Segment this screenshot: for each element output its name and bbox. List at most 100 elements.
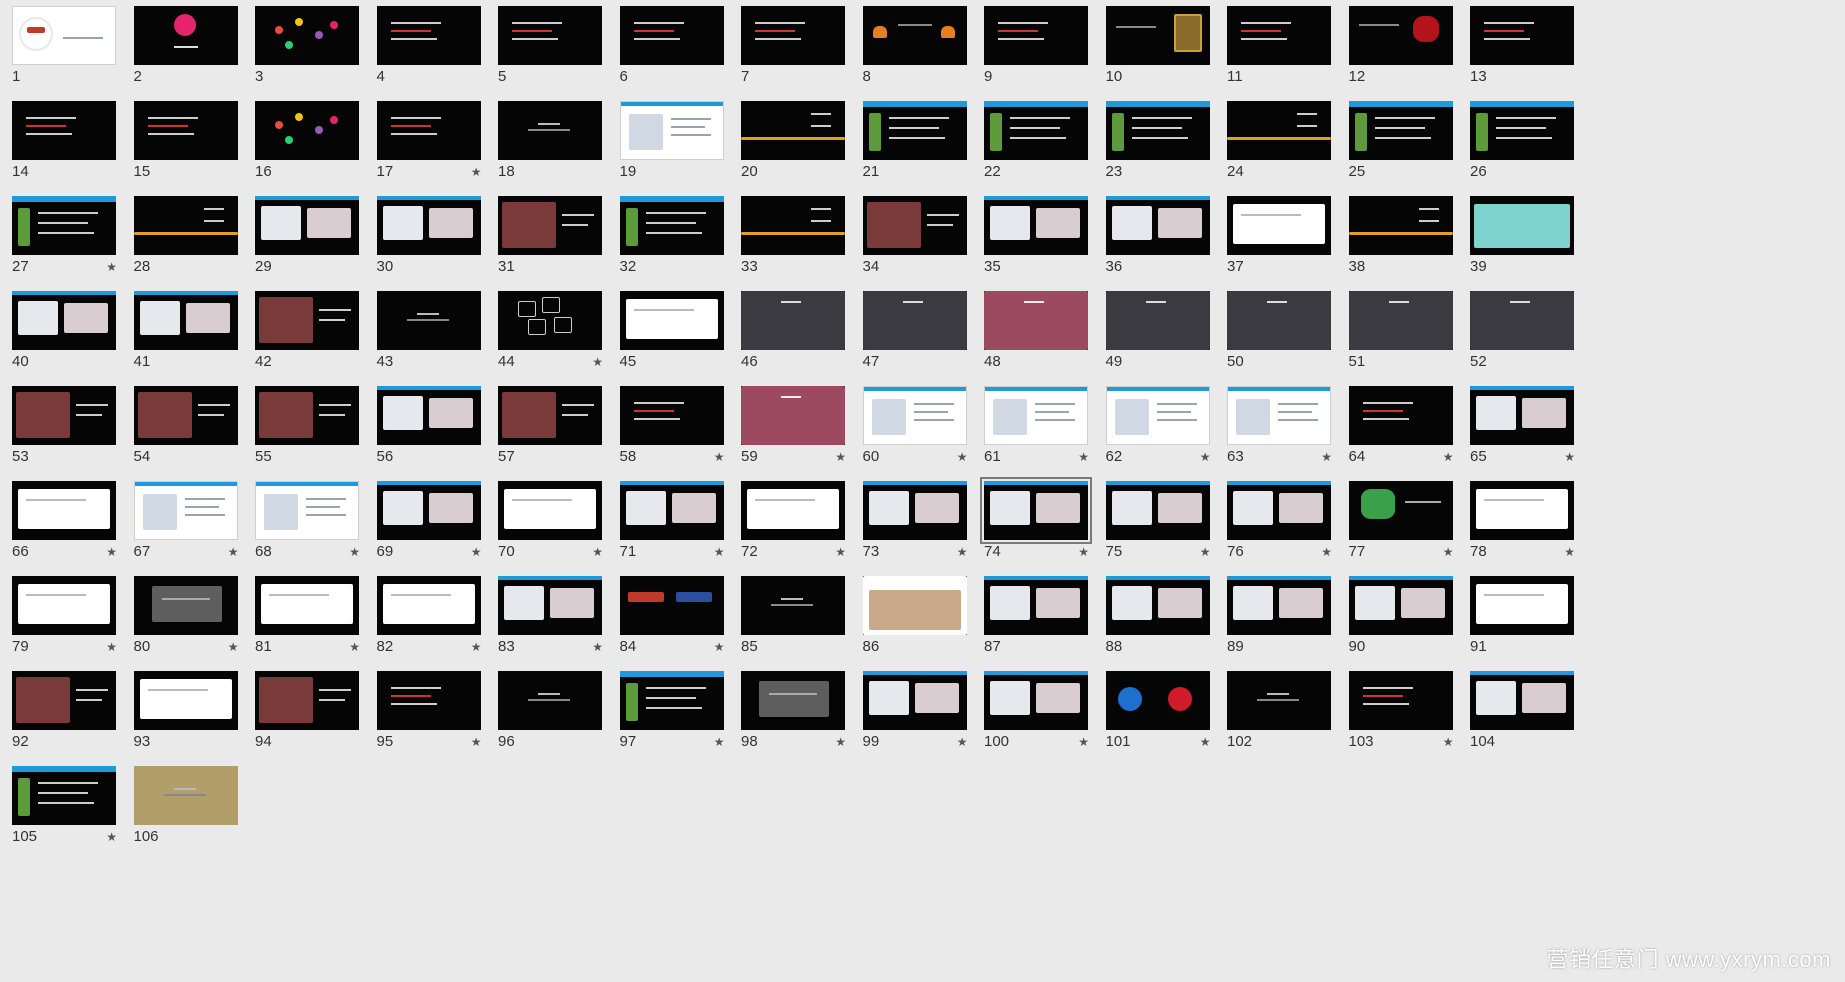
slide-thumbnail-36[interactable]: 36: [1104, 196, 1213, 302]
slide-preview[interactable]: [12, 291, 116, 350]
slide-preview[interactable]: [619, 196, 724, 255]
slide-thumbnail-97[interactable]: 97 ★: [618, 671, 727, 777]
slide-preview[interactable]: [1105, 386, 1210, 445]
slide-preview[interactable]: [1105, 481, 1210, 540]
slide-preview[interactable]: [255, 576, 359, 635]
slide-preview[interactable]: [1470, 6, 1574, 65]
slide-preview[interactable]: [984, 386, 1088, 445]
slide-thumbnail-85[interactable]: 85: [739, 576, 848, 682]
slide-preview[interactable]: [1227, 386, 1331, 445]
slide-preview[interactable]: [376, 671, 481, 730]
slide-thumbnail-24[interactable]: 24: [1225, 101, 1334, 207]
slide-thumbnail-20[interactable]: 20: [739, 101, 848, 207]
slide-preview[interactable]: [984, 671, 1088, 730]
slide-thumbnail-30[interactable]: 30: [375, 196, 484, 302]
slide-preview[interactable]: [619, 6, 724, 65]
slide-preview[interactable]: [1105, 196, 1210, 255]
slide-thumbnail-49[interactable]: 49: [1104, 291, 1213, 397]
slide-thumbnail-2[interactable]: 2: [132, 6, 241, 112]
slide-preview[interactable]: [741, 671, 845, 730]
slide-thumbnail-94[interactable]: 94: [253, 671, 362, 777]
slide-thumbnail-93[interactable]: 93: [132, 671, 241, 777]
slide-thumbnail-29[interactable]: 29: [253, 196, 362, 302]
slide-preview[interactable]: [862, 291, 967, 350]
slide-preview[interactable]: [133, 6, 238, 65]
slide-thumbnail-89[interactable]: 89: [1225, 576, 1334, 682]
slide-thumbnail-106[interactable]: 106: [132, 766, 241, 872]
slide-thumbnail-69[interactable]: 69 ★: [375, 481, 484, 587]
slide-preview[interactable]: [498, 671, 602, 730]
slide-thumbnail-83[interactable]: 83 ★: [496, 576, 605, 682]
slide-thumbnail-57[interactable]: 57: [496, 386, 605, 492]
slide-preview[interactable]: [1227, 196, 1331, 255]
slide-preview[interactable]: [1470, 291, 1574, 350]
slide-preview[interactable]: [255, 671, 359, 730]
slide-preview[interactable]: [376, 576, 481, 635]
slide-thumbnail-22[interactable]: 22: [982, 101, 1091, 207]
slide-preview[interactable]: [255, 6, 359, 65]
slide-thumbnail-31[interactable]: 31: [496, 196, 605, 302]
slide-thumbnail-82[interactable]: 82 ★: [375, 576, 484, 682]
slide-preview[interactable]: [255, 101, 359, 160]
slide-preview[interactable]: [741, 481, 845, 540]
slide-preview[interactable]: [1470, 576, 1574, 635]
slide-thumbnail-104[interactable]: 104: [1468, 671, 1577, 777]
slide-thumbnail-55[interactable]: 55: [253, 386, 362, 492]
slide-preview[interactable]: [1227, 101, 1331, 160]
slide-preview[interactable]: [741, 101, 845, 160]
slide-preview[interactable]: [133, 291, 238, 350]
slide-preview[interactable]: [498, 481, 602, 540]
slide-preview[interactable]: [862, 6, 967, 65]
slide-preview[interactable]: [1470, 481, 1574, 540]
slide-thumbnail-7[interactable]: 7: [739, 6, 848, 112]
slide-preview[interactable]: [498, 6, 602, 65]
slide-thumbnail-60[interactable]: 60 ★: [861, 386, 970, 492]
slide-preview[interactable]: [1470, 671, 1574, 730]
slide-preview[interactable]: [376, 6, 481, 65]
slide-thumbnail-34[interactable]: 34: [861, 196, 970, 302]
slide-preview[interactable]: [619, 291, 724, 350]
slide-thumbnail-70[interactable]: 70 ★: [496, 481, 605, 587]
slide-thumbnail-65[interactable]: 65 ★: [1468, 386, 1577, 492]
slide-thumbnail-101[interactable]: 101 ★: [1104, 671, 1213, 777]
slide-thumbnail-80[interactable]: 80 ★: [132, 576, 241, 682]
slide-thumbnail-102[interactable]: 102: [1225, 671, 1334, 777]
slide-preview[interactable]: [741, 576, 845, 635]
slide-thumbnail-23[interactable]: 23: [1104, 101, 1213, 207]
slide-preview[interactable]: [862, 576, 967, 635]
slide-preview[interactable]: [12, 6, 116, 65]
slide-preview[interactable]: [862, 196, 967, 255]
slide-preview[interactable]: [498, 576, 602, 635]
slide-preview[interactable]: [862, 386, 967, 445]
slide-thumbnail-41[interactable]: 41: [132, 291, 241, 397]
slide-thumbnail-63[interactable]: 63 ★: [1225, 386, 1334, 492]
slide-thumbnail-54[interactable]: 54: [132, 386, 241, 492]
slide-thumbnail-86[interactable]: 86: [861, 576, 970, 682]
slide-preview[interactable]: [619, 671, 724, 730]
slide-preview[interactable]: [984, 6, 1088, 65]
slide-preview[interactable]: [255, 386, 359, 445]
slide-preview[interactable]: [376, 291, 481, 350]
slide-thumbnail-45[interactable]: 45: [618, 291, 727, 397]
slide-thumbnail-100[interactable]: 100 ★: [982, 671, 1091, 777]
slide-preview[interactable]: [862, 481, 967, 540]
slide-thumbnail-15[interactable]: 15: [132, 101, 241, 207]
slide-thumbnail-92[interactable]: 92: [10, 671, 119, 777]
slide-thumbnail-77[interactable]: 77 ★: [1347, 481, 1456, 587]
slide-preview[interactable]: [133, 576, 238, 635]
slide-thumbnail-79[interactable]: 79 ★: [10, 576, 119, 682]
slide-thumbnail-64[interactable]: 64 ★: [1347, 386, 1456, 492]
slide-preview[interactable]: [741, 196, 845, 255]
slide-preview[interactable]: [1105, 6, 1210, 65]
slide-thumbnail-26[interactable]: 26: [1468, 101, 1577, 207]
slide-thumbnail-14[interactable]: 14: [10, 101, 119, 207]
slide-thumbnail-105[interactable]: 105 ★: [10, 766, 119, 872]
slide-thumbnail-68[interactable]: 68 ★: [253, 481, 362, 587]
slide-preview[interactable]: [741, 386, 845, 445]
slide-preview[interactable]: [255, 481, 359, 540]
slide-preview[interactable]: [133, 671, 238, 730]
slide-preview[interactable]: [1105, 576, 1210, 635]
slide-preview[interactable]: [498, 196, 602, 255]
slide-preview[interactable]: [862, 101, 967, 160]
slide-preview[interactable]: [376, 101, 481, 160]
